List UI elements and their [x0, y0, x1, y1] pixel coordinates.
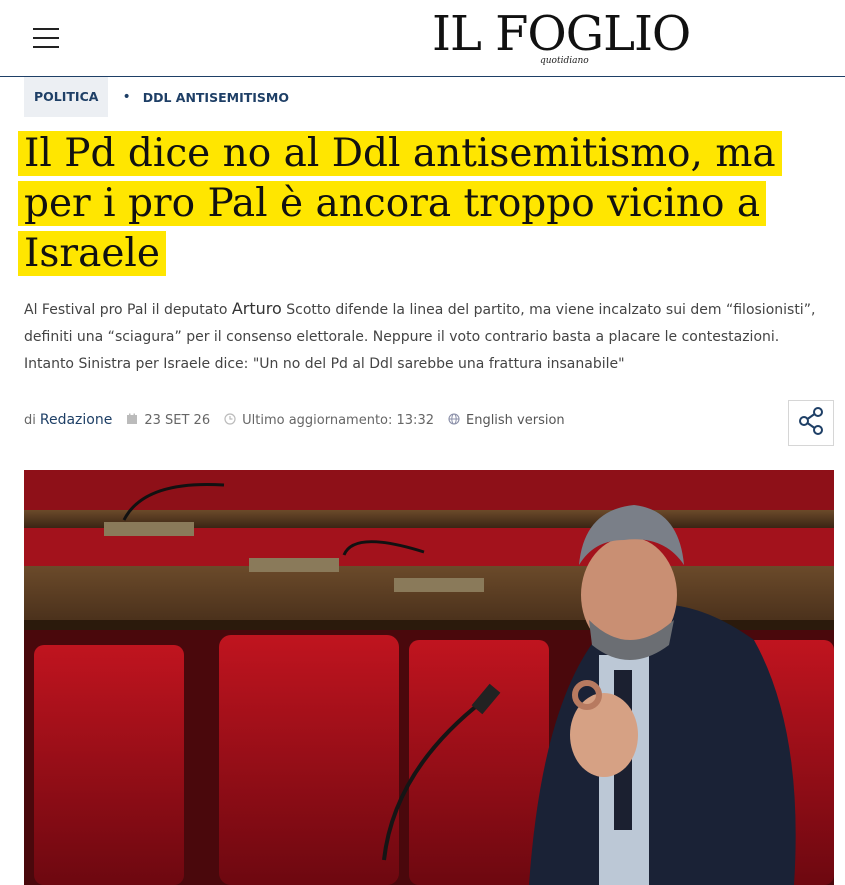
breadcrumb-category[interactable]: POLITICA: [24, 77, 109, 117]
hamburger-menu-icon[interactable]: [33, 28, 59, 50]
share-icon: [797, 406, 825, 440]
clock-icon: [224, 412, 236, 428]
site-logo-subtitle: quotidiano: [540, 56, 589, 66]
article-summary: Al Festival pro Pal il deputato Arturo S…: [24, 299, 816, 372]
byline-prefix: di: [24, 412, 36, 428]
share-button[interactable]: [788, 400, 834, 446]
breadcrumb-tag[interactable]: DDL ANTISEMITISMO: [143, 90, 289, 105]
title-line: Il Pd dice no al Ddl antisemitismo, ma: [18, 130, 818, 178]
breadcrumb-separator: •: [122, 89, 131, 105]
article-title: Il Pd dice no al Ddl antisemitismo, ma p…: [18, 130, 818, 280]
title-line: Israele: [18, 230, 818, 278]
publish-date: 23 SET 26: [144, 412, 211, 428]
article-meta: di Redazione 23 SET 26 Ultimo aggiorname…: [24, 412, 565, 428]
site-logo[interactable]: IL FOGLIO: [432, 6, 691, 62]
calendar-icon: [126, 413, 138, 428]
english-version-link[interactable]: English version: [466, 413, 565, 428]
site-header: IL FOGLIO quotidiano: [0, 0, 845, 77]
breadcrumb: POLITICA • DDL ANTISEMITISMO: [24, 77, 289, 117]
last-updated: Ultimo aggiornamento: 13:32: [242, 412, 434, 428]
globe-icon: [448, 412, 460, 428]
summary-person-name: Arturo: [231, 299, 282, 318]
title-line: per i pro Pal è ancora troppo vicino a: [18, 180, 818, 228]
author-link[interactable]: Redazione: [40, 412, 112, 428]
hero-photo: [24, 470, 834, 885]
parliament-photo: [24, 470, 834, 885]
